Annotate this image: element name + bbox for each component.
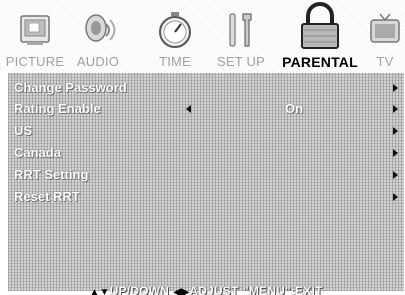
audio-icon bbox=[76, 4, 120, 50]
menu-item-label: RRT Setting bbox=[14, 167, 89, 182]
updown-hint: UP/DOWN bbox=[109, 284, 170, 295]
tab-label: TV bbox=[376, 54, 394, 69]
adjust-hint: ADJUST bbox=[189, 284, 239, 295]
rating-enable-value: On bbox=[285, 101, 304, 116]
menu-item-canada[interactable]: Canada bbox=[8, 142, 404, 163]
up-down-arrows-icon: ▲▼ bbox=[89, 287, 110, 295]
tab-audio[interactable]: AUDIO bbox=[68, 0, 128, 72]
tab-label: PICTURE bbox=[5, 54, 65, 69]
picture-icon bbox=[13, 4, 57, 50]
lock-icon bbox=[294, 2, 346, 50]
tab-tv[interactable]: TV bbox=[366, 0, 404, 72]
menu-item-rrt-setting[interactable]: RRT Setting bbox=[8, 164, 404, 185]
menu-item-label: Reset RRT bbox=[14, 189, 80, 204]
arrow-right-icon bbox=[393, 171, 398, 179]
tab-picture[interactable]: PICTURE bbox=[4, 0, 66, 72]
menu-exit-hint: "MENU":EXIT bbox=[242, 284, 323, 295]
menu-item-label: Change Password bbox=[14, 80, 127, 95]
arrow-right-icon[interactable] bbox=[393, 105, 398, 113]
tab-label: TIME bbox=[159, 54, 191, 69]
menu-item-reset-rrt[interactable]: Reset RRT bbox=[8, 186, 404, 207]
menu-item-rating-enable[interactable]: Rating Enable On bbox=[8, 98, 404, 119]
arrow-right-icon bbox=[393, 127, 398, 135]
tab-label: SET UP bbox=[217, 54, 265, 69]
parental-menu-panel: Change Password Rating Enable On US Cana… bbox=[8, 73, 404, 291]
arrow-right-icon bbox=[393, 149, 398, 157]
parental-menu-screen: PICTURE AUDIO TIME SET UP PARENTAL TV Ch… bbox=[0, 0, 405, 295]
tab-time[interactable]: TIME bbox=[150, 0, 200, 72]
menu-item-us[interactable]: US bbox=[8, 120, 404, 141]
menu-item-change-password[interactable]: Change Password bbox=[8, 77, 404, 98]
tab-label: PARENTAL bbox=[282, 54, 358, 70]
tab-label: AUDIO bbox=[76, 54, 120, 69]
menu-tab-bar: PICTURE AUDIO TIME SET UP PARENTAL TV bbox=[0, 0, 405, 72]
navigation-hint-bar: ▲▼UP/DOWN ◀▶ADJUST "MENU":EXIT bbox=[8, 282, 404, 295]
menu-item-label: US bbox=[14, 123, 33, 138]
arrow-right-icon bbox=[393, 84, 398, 92]
tab-setup[interactable]: SET UP bbox=[212, 0, 270, 72]
left-right-arrows-icon: ◀▶ bbox=[173, 287, 190, 295]
stopwatch-icon bbox=[155, 4, 195, 50]
arrow-left-icon[interactable] bbox=[186, 105, 191, 113]
arrow-right-icon bbox=[393, 193, 398, 201]
tools-icon bbox=[221, 4, 261, 50]
tab-parental[interactable]: PARENTAL bbox=[270, 0, 370, 72]
menu-item-label: Rating Enable bbox=[14, 101, 101, 116]
menu-item-label: Canada bbox=[14, 145, 61, 160]
tv-icon bbox=[368, 4, 402, 50]
